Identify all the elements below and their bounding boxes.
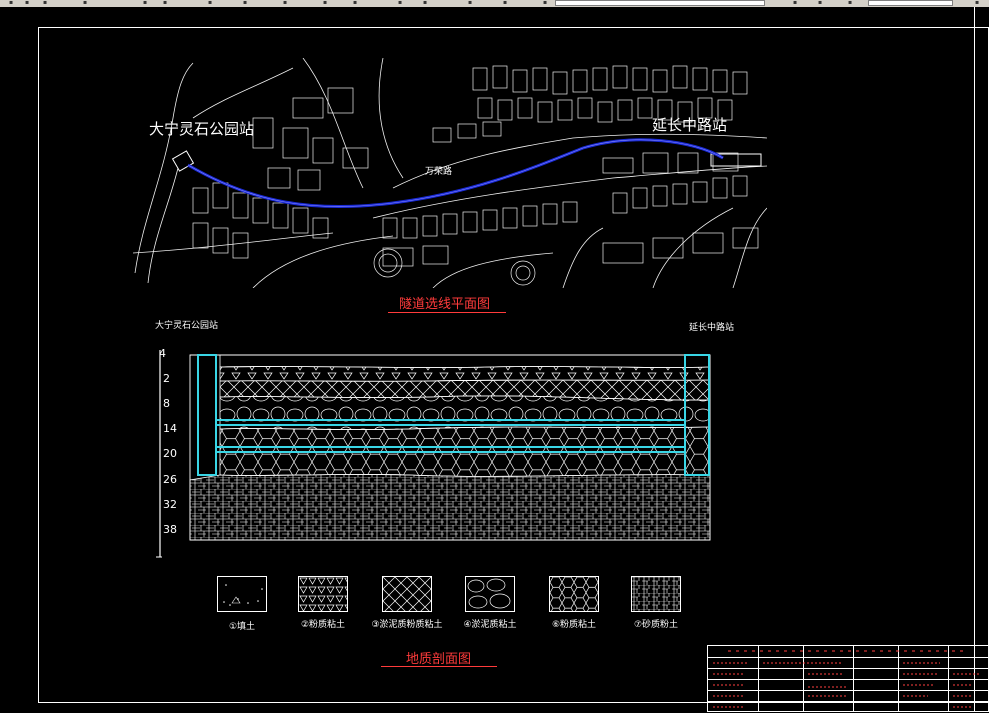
style-dropdown[interactable] <box>868 0 953 6</box>
plan-title: 隧道选线平面图 <box>399 297 491 312</box>
legend-diagonal-hatch-icon <box>382 576 432 612</box>
redo-icon[interactable]: ▪ <box>240 0 250 6</box>
frame-right-rail <box>974 7 989 712</box>
properties-icon[interactable]: ▪ <box>320 0 330 6</box>
dimension-icon[interactable]: ▪ <box>972 0 982 6</box>
legend-label: ①填土 <box>228 622 256 632</box>
legend-label: ④淤泥质粘土 <box>463 620 517 630</box>
map-station-right: 延长中路站 <box>652 116 728 134</box>
layer-previous-icon[interactable]: ▪ <box>815 0 825 6</box>
cut-icon[interactable]: ▪ <box>140 0 150 6</box>
text-icon[interactable]: ▪ <box>280 0 290 6</box>
legend-grid-hatch-icon <box>631 576 681 612</box>
legend-label: ⑥粉质粘土 <box>551 620 597 630</box>
profile-station-right: 延长中路站 <box>689 323 735 333</box>
layer-dropdown[interactable] <box>555 0 765 6</box>
style-icon[interactable]: ▪ <box>845 0 855 6</box>
drawing-title-block <box>707 645 989 712</box>
zoom-icon[interactable]: ▪ <box>465 0 475 6</box>
plan-title-underline <box>388 312 506 313</box>
open-file-icon[interactable]: ▪ <box>22 0 32 6</box>
legend-fill-icon <box>217 576 267 612</box>
legend-label: ⑦砂质粉土 <box>633 620 679 630</box>
profile-station-left: 大宁灵石公园站 <box>155 321 219 331</box>
new-file-icon[interactable]: ▪ <box>6 0 16 6</box>
title-block-text-marks <box>713 650 980 708</box>
match-properties-icon[interactable]: ▪ <box>790 0 800 6</box>
profile-title-underline <box>381 666 497 667</box>
layers-icon[interactable]: ▪ <box>350 0 360 6</box>
legend-triangles-icon <box>298 576 348 612</box>
geological-profile <box>156 350 711 558</box>
save-icon[interactable]: ▪ <box>40 0 50 6</box>
help-icon[interactable]: ▪ <box>420 0 430 6</box>
legend-pebbles-icon <box>465 576 515 612</box>
layer-state-icon[interactable]: ▪ <box>540 0 550 6</box>
pan-icon[interactable]: ▪ <box>500 0 510 6</box>
legend-hexagons-icon <box>549 576 599 612</box>
calculator-icon[interactable]: ▪ <box>395 0 405 6</box>
print-icon[interactable]: ▪ <box>80 0 90 6</box>
copy-icon[interactable]: ▪ <box>160 0 170 6</box>
profile-title: 地质剖面图 <box>406 652 472 667</box>
legend-label: ③淤泥质粉质粘土 <box>371 620 443 630</box>
map-station-left: 大宁灵石公园站 <box>149 120 255 138</box>
legend-label: ②粉质粘土 <box>300 620 346 630</box>
undo-icon[interactable]: ▪ <box>205 0 215 6</box>
map-road-label: 万荣路 <box>425 167 453 177</box>
